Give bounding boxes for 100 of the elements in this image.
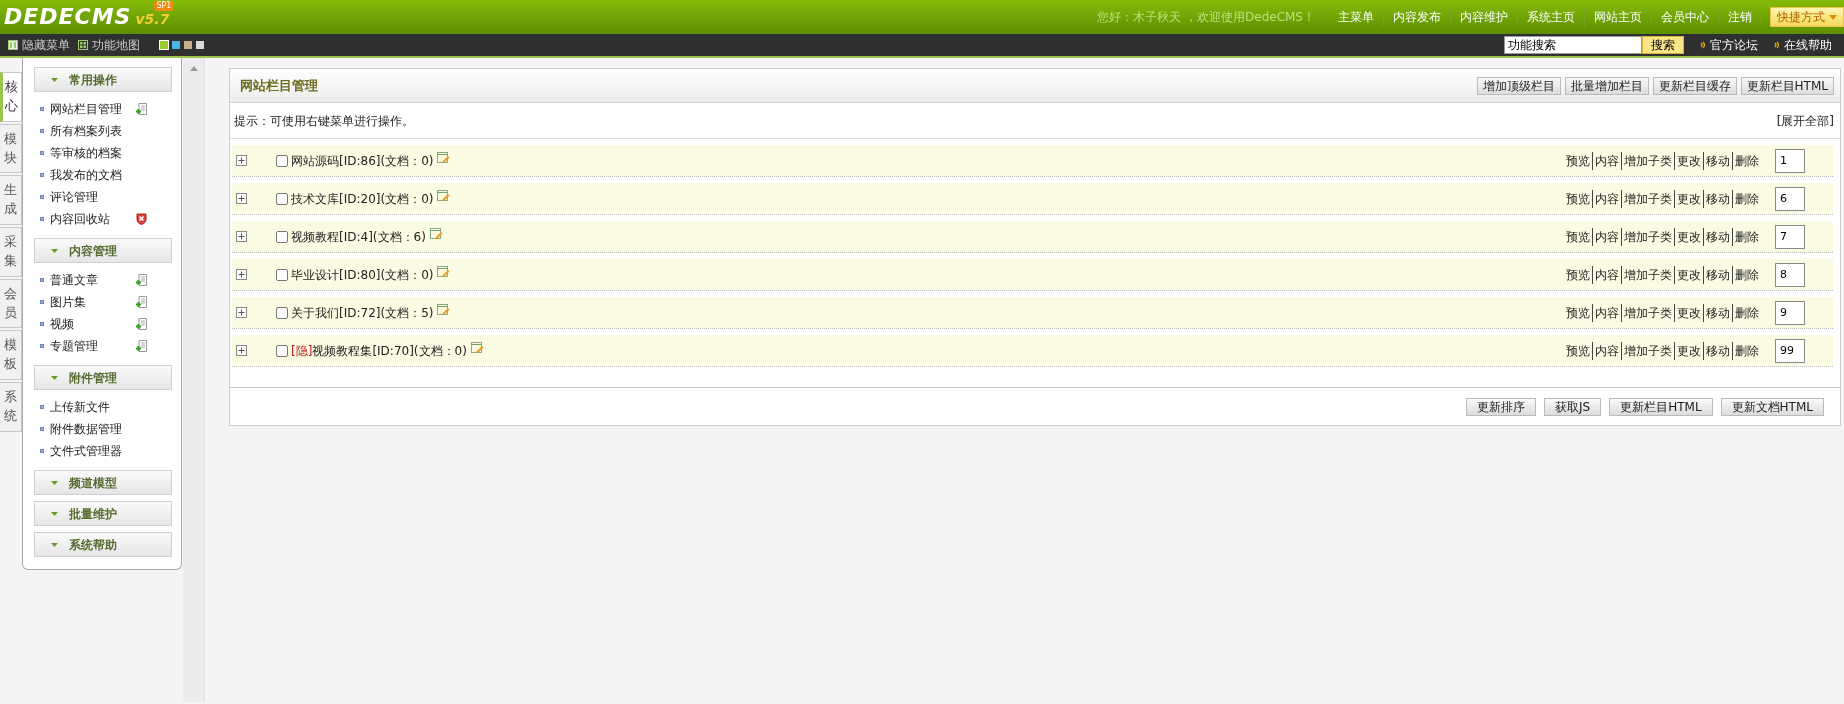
theme-swatch[interactable]	[172, 41, 180, 49]
group-header[interactable]: 频道模型	[34, 470, 172, 495]
toolbar-button[interactable]: 更新栏目缓存	[1652, 76, 1737, 95]
edit-icon[interactable]	[437, 151, 451, 164]
menu-link[interactable]: 网站栏目管理	[50, 100, 136, 118]
action-link[interactable]: 更改	[1674, 303, 1702, 322]
action-link[interactable]: 预览	[1565, 151, 1591, 170]
action-link[interactable]: 更改	[1674, 227, 1702, 246]
action-link[interactable]: 更改	[1674, 151, 1702, 170]
help-link[interactable]: 官方论坛	[1700, 36, 1758, 54]
menu-link[interactable]: 文件式管理器	[50, 442, 136, 460]
site-map-link[interactable]: 功能地图	[78, 36, 140, 54]
order-field[interactable]: 9	[1775, 300, 1805, 325]
action-link[interactable]: 移动	[1703, 303, 1731, 322]
action-link[interactable]: 删除	[1732, 189, 1760, 208]
help-link[interactable]: 在线帮助	[1774, 36, 1832, 54]
menu-link[interactable]: 等审核的档案	[50, 144, 136, 162]
expand-icon[interactable]	[236, 231, 247, 242]
toolbar-button[interactable]: 增加顶级栏目	[1476, 76, 1561, 95]
action-link[interactable]: 预览	[1565, 341, 1591, 360]
search-button[interactable]: 搜索	[1642, 36, 1684, 54]
menu-link[interactable]: 我发布的文档	[50, 166, 136, 184]
footer-button[interactable]: 更新排序	[1466, 397, 1537, 416]
expand-icon[interactable]	[236, 155, 247, 166]
action-link[interactable]: 内容	[1592, 189, 1620, 208]
action-link[interactable]: 内容	[1592, 265, 1620, 284]
action-link[interactable]: 内容	[1592, 341, 1620, 360]
action-link[interactable]: 内容	[1592, 151, 1620, 170]
action-link[interactable]: 增加子类	[1621, 341, 1673, 360]
row-checkbox[interactable]	[276, 268, 288, 281]
footer-button[interactable]: 获取JS	[1544, 397, 1602, 416]
expand-icon[interactable]	[236, 345, 247, 356]
search-field[interactable]: 功能搜索	[1504, 36, 1642, 54]
action-link[interactable]: 更改	[1674, 341, 1702, 360]
action-link[interactable]: 移动	[1703, 189, 1731, 208]
group-header[interactable]: 批量维护	[34, 501, 172, 526]
action-link[interactable]: 删除	[1732, 151, 1760, 170]
action-link[interactable]: 预览	[1565, 265, 1591, 284]
side-tab[interactable]: 生成	[0, 175, 22, 226]
action-link[interactable]: 预览	[1565, 189, 1591, 208]
action-link[interactable]: 删除	[1732, 227, 1760, 246]
edit-icon[interactable]	[470, 341, 484, 354]
edit-icon[interactable]	[437, 303, 451, 316]
row-checkbox[interactable]	[276, 192, 288, 205]
footer-button[interactable]: 更新栏目HTML	[1609, 397, 1713, 416]
action-link[interactable]: 增加子类	[1621, 151, 1673, 170]
action-link[interactable]: 移动	[1703, 227, 1731, 246]
expand-icon[interactable]	[236, 307, 247, 318]
group-header[interactable]: 内容管理	[34, 238, 172, 263]
row-checkbox[interactable]	[276, 306, 288, 319]
menu-link[interactable]: 上传新文件	[50, 398, 136, 416]
side-tab[interactable]: 采集	[0, 227, 22, 277]
edit-icon[interactable]	[437, 265, 451, 278]
action-link[interactable]: 增加子类	[1621, 303, 1673, 322]
menu-link[interactable]: 附件数据管理	[50, 420, 136, 438]
quick-menu-button[interactable]: 快捷方式	[1770, 7, 1844, 27]
action-link[interactable]: 删除	[1732, 341, 1760, 360]
action-link[interactable]: 增加子类	[1621, 227, 1673, 246]
order-field[interactable]: 6	[1775, 186, 1805, 211]
action-link[interactable]: 内容	[1592, 303, 1620, 322]
theme-swatch[interactable]	[184, 41, 192, 49]
menu-link[interactable]: 内容回收站	[50, 210, 136, 228]
action-link[interactable]: 移动	[1703, 151, 1731, 170]
group-header[interactable]: 附件管理	[34, 365, 172, 390]
theme-swatch[interactable]	[196, 41, 204, 49]
row-checkbox[interactable]	[276, 344, 288, 357]
action-link[interactable]: 更改	[1674, 265, 1702, 284]
action-link[interactable]: 移动	[1703, 341, 1731, 360]
menu-link[interactable]: 图片集	[50, 293, 136, 311]
menu-link[interactable]: 所有档案列表	[50, 122, 136, 140]
order-field[interactable]: 7	[1775, 224, 1805, 249]
expand-icon[interactable]	[236, 269, 247, 280]
edit-icon[interactable]	[429, 227, 443, 240]
order-field[interactable]: 8	[1775, 262, 1805, 287]
theme-swatch[interactable]	[160, 41, 168, 49]
side-tab[interactable]: 模块	[0, 123, 22, 174]
hide-menu-link[interactable]: 隐藏菜单	[8, 36, 70, 54]
side-tab[interactable]: 系统	[0, 382, 22, 432]
group-header[interactable]: 常用操作	[34, 67, 172, 92]
action-link[interactable]: 增加子类	[1621, 189, 1673, 208]
action-link[interactable]: 删除	[1732, 303, 1760, 322]
footer-button[interactable]: 更新文档HTML	[1720, 397, 1824, 416]
menu-link[interactable]: 普通文章	[50, 271, 136, 289]
side-tab[interactable]: 核心	[0, 72, 22, 122]
order-field[interactable]: 99	[1775, 338, 1805, 363]
toolbar-button[interactable]: 更新栏目HTML	[1740, 76, 1834, 95]
action-link[interactable]: 预览	[1565, 227, 1591, 246]
action-link[interactable]: 移动	[1703, 265, 1731, 284]
row-checkbox[interactable]	[276, 230, 288, 243]
menu-link[interactable]: 评论管理	[50, 188, 136, 206]
action-link[interactable]: 删除	[1732, 265, 1760, 284]
group-header[interactable]: 系统帮助	[34, 532, 172, 557]
action-link[interactable]: 增加子类	[1621, 265, 1673, 284]
row-checkbox[interactable]	[276, 154, 288, 167]
expand-icon[interactable]	[236, 193, 247, 204]
menu-link[interactable]: 视频	[50, 315, 136, 333]
expand-all-link[interactable]: [展开全部]	[1776, 111, 1834, 130]
edit-icon[interactable]	[437, 189, 451, 202]
side-tab[interactable]: 模板	[0, 330, 22, 381]
side-tab[interactable]: 会员	[0, 278, 22, 329]
